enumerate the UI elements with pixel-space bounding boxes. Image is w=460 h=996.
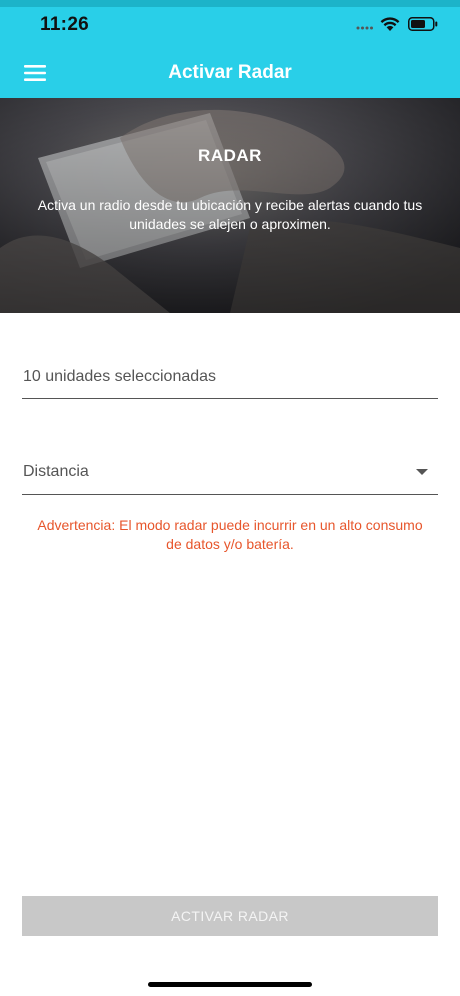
distance-dropdown[interactable]: Distancia [22, 455, 438, 495]
selected-units-value: 10 unidades seleccionadas [23, 368, 217, 385]
activar-radar-screen: 11:26 Activar Radar RADAR Activa un radi… [0, 0, 460, 996]
page-title: Activar Radar [168, 62, 292, 83]
home-indicator [148, 982, 312, 987]
battery-data-warning: Advertencia: El modo radar puede incurri… [37, 517, 423, 552]
cellular-signal-icon [356, 26, 373, 30]
battery-icon [408, 17, 438, 31]
status-bar-accent [0, 0, 460, 7]
hero-title: RADAR [198, 146, 262, 165]
status-bar: 11:26 [0, 0, 460, 46]
hero-description: Activa un radio desde tu ubicación y rec… [37, 197, 423, 232]
distance-placeholder: Distancia [23, 463, 89, 480]
radar-hero-banner: RADAR Activa un radio desde tu ubicación… [0, 98, 460, 313]
app-bar: Activar Radar [0, 46, 460, 98]
status-time: 11:26 [40, 14, 90, 35]
activate-radar-button[interactable]: ACTIVAR RADAR [22, 896, 438, 936]
selected-units-field[interactable]: 10 unidades seleccionadas [22, 360, 438, 399]
wifi-icon [380, 17, 400, 31]
dropdown-arrow-icon [416, 469, 428, 475]
